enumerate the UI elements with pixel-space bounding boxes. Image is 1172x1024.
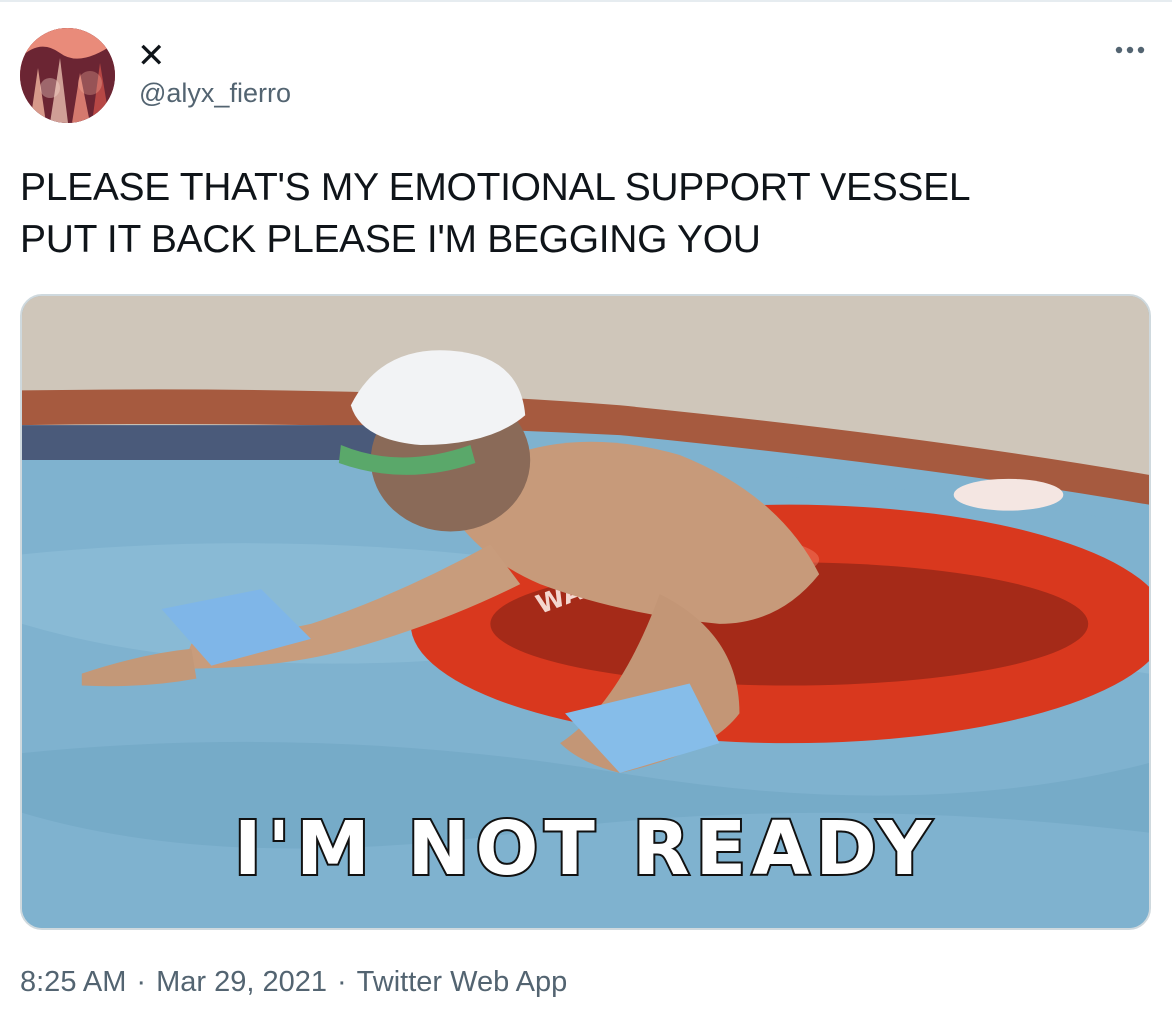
user-handle[interactable]: @alyx_fierro xyxy=(139,78,291,109)
tweet-meta: 8:25 AM · Mar 29, 2021 · Twitter Web App xyxy=(20,966,567,999)
meta-separator: · xyxy=(336,966,347,998)
tweet-card: ✕ @alyx_fierro PLEASE THAT'S MY EMOTIONA… xyxy=(0,0,1172,1024)
more-options-button[interactable] xyxy=(1110,34,1150,66)
display-name[interactable]: ✕ xyxy=(137,38,166,74)
display-name-text: ✕ xyxy=(137,36,166,76)
tweet-source[interactable]: Twitter Web App xyxy=(357,966,568,999)
meta-separator: · xyxy=(136,966,147,998)
more-dots-icon xyxy=(1115,46,1145,54)
tweet-timestamp-time[interactable]: 8:25 AM xyxy=(20,966,126,999)
avatar[interactable] xyxy=(20,28,115,123)
tweet-text: PLEASE THAT'S MY EMOTIONAL SUPPORT VESSE… xyxy=(20,166,971,261)
avatar-image xyxy=(20,28,115,123)
tweet-timestamp-date[interactable]: Mar 29, 2021 xyxy=(156,966,327,999)
media-caption: I'M NOT READY xyxy=(232,804,938,894)
tweet-media[interactable]: WAIKIKI I'M NOT READY xyxy=(20,294,1151,930)
